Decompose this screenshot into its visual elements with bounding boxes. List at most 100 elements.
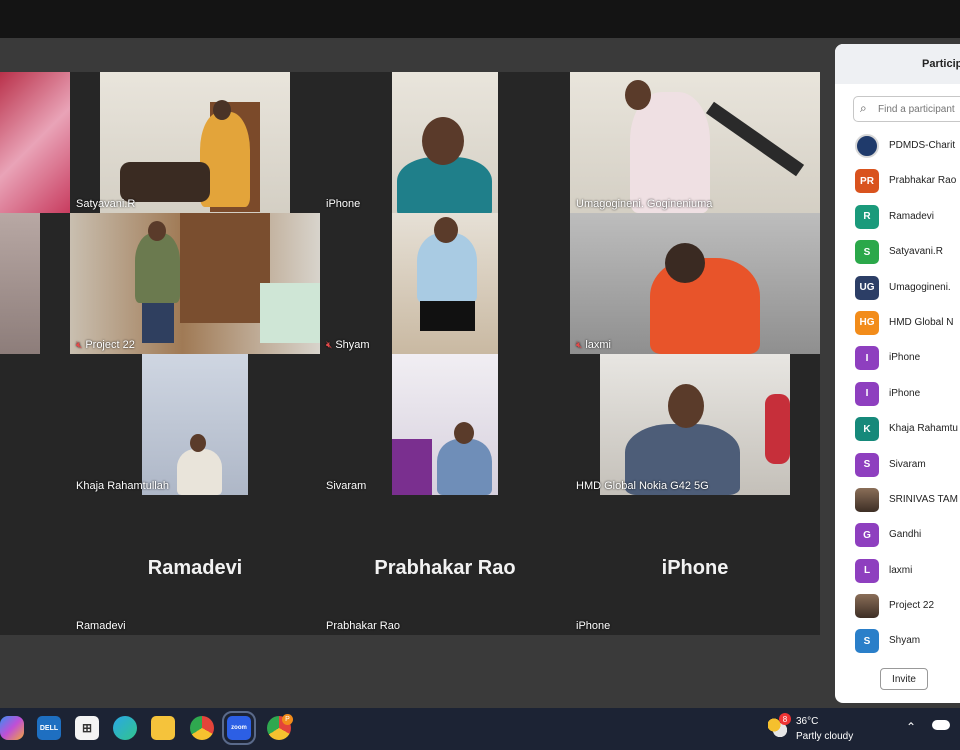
- participant-name: Prabhakar Rao: [326, 620, 400, 632]
- participant-video: [600, 354, 790, 495]
- participant-video: [570, 72, 820, 213]
- participant-list-item[interactable]: Llaxmi: [855, 555, 960, 590]
- participant-list-name: SRINIVAS TAM: [889, 493, 958, 505]
- video-tile[interactable]: 🔇︎ laxmi: [570, 213, 820, 354]
- invite-button[interactable]: Invite: [880, 668, 928, 690]
- participant-display-name: Prabhakar Rao: [374, 557, 516, 579]
- participant-name: HMD Global Nokia G42 5G: [576, 480, 709, 492]
- participant-list-item[interactable]: S Sivaram: [855, 449, 960, 484]
- participant-avatar: UG: [855, 275, 879, 300]
- video-tile[interactable]: iPhone: [320, 72, 570, 213]
- participant-list-name: Umagogineni.: [889, 281, 951, 293]
- search-input[interactable]: [876, 100, 960, 118]
- video-tile[interactable]: iPhone iPhone: [570, 495, 820, 635]
- participant-name: Satyavani.R: [76, 198, 136, 210]
- participant-avatar: [855, 487, 879, 512]
- participant-name: 🔇︎ laxmi: [576, 339, 611, 351]
- participant-display-name: iPhone: [661, 557, 729, 579]
- participant-list-item[interactable]: K Khaja Rahamtu: [855, 413, 960, 448]
- participant-list-item[interactable]: IiPhone: [855, 342, 960, 377]
- participant-video: [142, 354, 248, 495]
- video-tile[interactable]: 🔇︎ Project 22: [70, 213, 320, 354]
- participant-avatar: R: [855, 204, 879, 229]
- participant-avatar: G: [855, 523, 879, 548]
- participant-list-item[interactable]: PDMDS-Charit: [855, 130, 960, 165]
- participant-list-name: Ramadevi: [889, 210, 935, 222]
- participant-video: [392, 72, 498, 213]
- participant-avatar: [855, 594, 879, 619]
- participant-list-item[interactable]: SRINIVAS TAM: [855, 484, 960, 519]
- participant-list-name: iPhone: [889, 352, 921, 364]
- video-tile[interactable]: Ramadevi Ramadevi: [70, 495, 320, 635]
- participant-list-item[interactable]: Project 22: [855, 590, 960, 625]
- video-tile[interactable]: Prabhakar Rao Prabhakar Rao: [320, 495, 570, 635]
- zoom-icon[interactable]: zoom: [222, 711, 256, 745]
- participant-list-name: Satyavani.R: [889, 246, 943, 258]
- participant-list-item[interactable]: UG Umagogineni.: [855, 272, 960, 307]
- participant-list-name: Gandhi: [889, 529, 922, 541]
- participant-avatar: S: [855, 629, 879, 654]
- participant-avatar: [855, 134, 879, 158]
- participant-name: 🔇︎ Project 22: [76, 339, 135, 351]
- participant-list-item[interactable]: PR Prabhakar Rao: [855, 165, 960, 200]
- participant-video: [100, 72, 290, 213]
- participant-avatar: I: [855, 381, 879, 406]
- participant-list-name: Prabhakar Rao: [889, 175, 957, 187]
- participant-list-name: laxmi: [889, 564, 913, 576]
- file-explorer-icon[interactable]: [151, 716, 175, 740]
- video-tile[interactable]: Umagogineni. Gogineniuma: [570, 72, 820, 213]
- participant-list-name: PDMDS-Charit: [889, 140, 956, 151]
- search-icon: ⌕: [860, 101, 867, 115]
- participant-video: [570, 213, 820, 354]
- video-tile[interactable]: 🔇︎ Shyam: [320, 213, 570, 354]
- participant-list-item[interactable]: G Gandhi: [855, 519, 960, 554]
- mic-muted-icon: 🔇︎: [76, 340, 83, 351]
- video-tile[interactable]: [0, 213, 70, 354]
- participant-name: Ramadevi: [76, 620, 126, 632]
- chrome-icon[interactable]: [190, 716, 214, 740]
- participant-list-name: Khaja Rahamtu: [889, 423, 958, 435]
- participant-list-item[interactable]: S Satyavani.R: [855, 236, 960, 271]
- video-tile[interactable]: [0, 72, 70, 213]
- participant-video: [0, 72, 70, 213]
- chrome-profile-badge: P: [282, 714, 293, 725]
- participant-list-name: HMD Global N: [889, 316, 954, 328]
- participant-name: 🔇︎ Shyam: [326, 339, 370, 351]
- copilot-icon[interactable]: [0, 716, 24, 740]
- participant-list-name: Shyam: [889, 635, 921, 647]
- taskbar: DELL ⊞ zoom P ⌃: [0, 708, 960, 750]
- weather-temperature: 36°C: [796, 716, 819, 727]
- participant-list-item[interactable]: S Shyam: [855, 625, 960, 660]
- mic-muted-icon: 🔇︎: [326, 340, 333, 351]
- onedrive-icon[interactable]: [932, 720, 950, 730]
- participant-avatar: HG: [855, 310, 879, 335]
- video-tile[interactable]: HMD Global Nokia G42 5G: [570, 354, 820, 495]
- participant-name: iPhone: [326, 198, 361, 210]
- panel-title: Particip: [922, 58, 960, 70]
- video-tile[interactable]: Satyavani.R: [70, 72, 320, 213]
- participant-list-item[interactable]: HG HMD Global N: [855, 307, 960, 342]
- participant-avatar: S: [855, 452, 879, 477]
- participant-list-name: Sivaram: [889, 458, 926, 470]
- weather-notification-badge: 8: [779, 713, 791, 725]
- participant-list-item[interactable]: IiPhone: [855, 378, 960, 413]
- participant-avatar: K: [855, 417, 879, 442]
- participant-list-item[interactable]: R Ramadevi: [855, 201, 960, 236]
- chevron-up-icon[interactable]: ⌃: [906, 720, 916, 734]
- video-tile[interactable]: Khaja Rahamtullah: [70, 354, 320, 495]
- participant-avatar: L: [855, 558, 879, 583]
- store-icon[interactable]: ⊞: [75, 716, 99, 740]
- participant-list-name: Project 22: [889, 600, 935, 612]
- participants-panel: Particip ⌕ PDMDS-Charit PR Prabhakar Rao RR…: [835, 44, 960, 703]
- participant-video: [392, 354, 498, 495]
- edge-icon[interactable]: [113, 716, 137, 740]
- mic-muted-icon: 🔇︎: [576, 340, 583, 351]
- dell-icon[interactable]: DELL: [37, 716, 61, 740]
- participant-avatar: PR: [855, 169, 879, 194]
- video-tile[interactable]: Sivaram: [320, 354, 570, 495]
- participant-avatar: S: [855, 240, 879, 265]
- participant-list: PDMDS-Charit PR Prabhakar Rao R Ramadevi S Sat…: [855, 130, 960, 661]
- window-top-bar: [0, 0, 960, 38]
- participant-name: Umagogineni. Gogineniuma: [576, 198, 713, 210]
- participant-search[interactable]: ⌕: [853, 96, 960, 122]
